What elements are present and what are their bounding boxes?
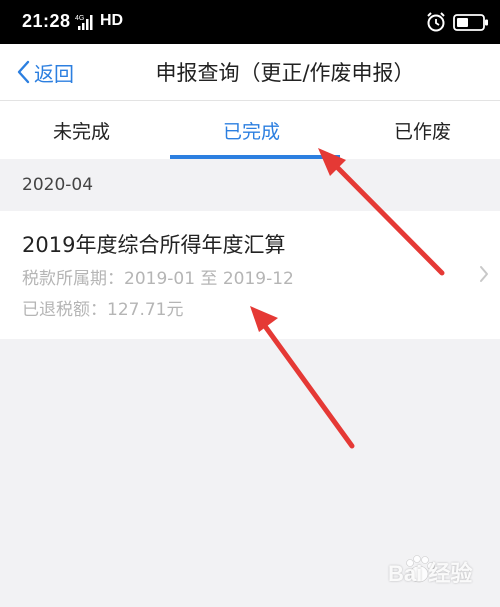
status-bar: 21:28 4G HD: [0, 0, 500, 44]
hd-indicator: HD: [100, 12, 124, 29]
back-button[interactable]: 返回: [16, 54, 74, 90]
back-label: 返回: [34, 61, 74, 86]
nav-bar: 返回 申报查询（更正/作废申报）: [0, 44, 500, 100]
page-title: 申报查询（更正/作废申报）: [155, 61, 415, 85]
section-date: 2020-04: [22, 175, 94, 195]
battery-icon: [453, 14, 488, 31]
record-title: 2019年度综合所得年度汇算: [22, 233, 286, 257]
chevron-right-icon: [480, 266, 488, 282]
chevron-left-icon: [17, 60, 30, 84]
tab-voided[interactable]: 已作废: [394, 117, 451, 144]
network-type-label: 4G: [75, 15, 84, 22]
record-refund-amount: 已退税额：127.71元: [22, 300, 184, 320]
tab-bar: 未完成 已完成 已作废: [0, 101, 500, 159]
record-tax-period: 税款所属期：2019-01 至 2019-12: [22, 269, 294, 289]
alarm-icon: [427, 12, 445, 32]
tab-completed[interactable]: 已完成: [223, 117, 280, 144]
status-time: 21:28: [22, 11, 71, 31]
list-item[interactable]: 2019年度综合所得年度汇算 税款所属期：2019-01 至 2019-12 已…: [0, 211, 500, 339]
tab-incomplete[interactable]: 未完成: [53, 117, 110, 144]
watermark-text: Bai 经验: [388, 561, 473, 586]
section-header: 2020-04: [0, 159, 500, 211]
